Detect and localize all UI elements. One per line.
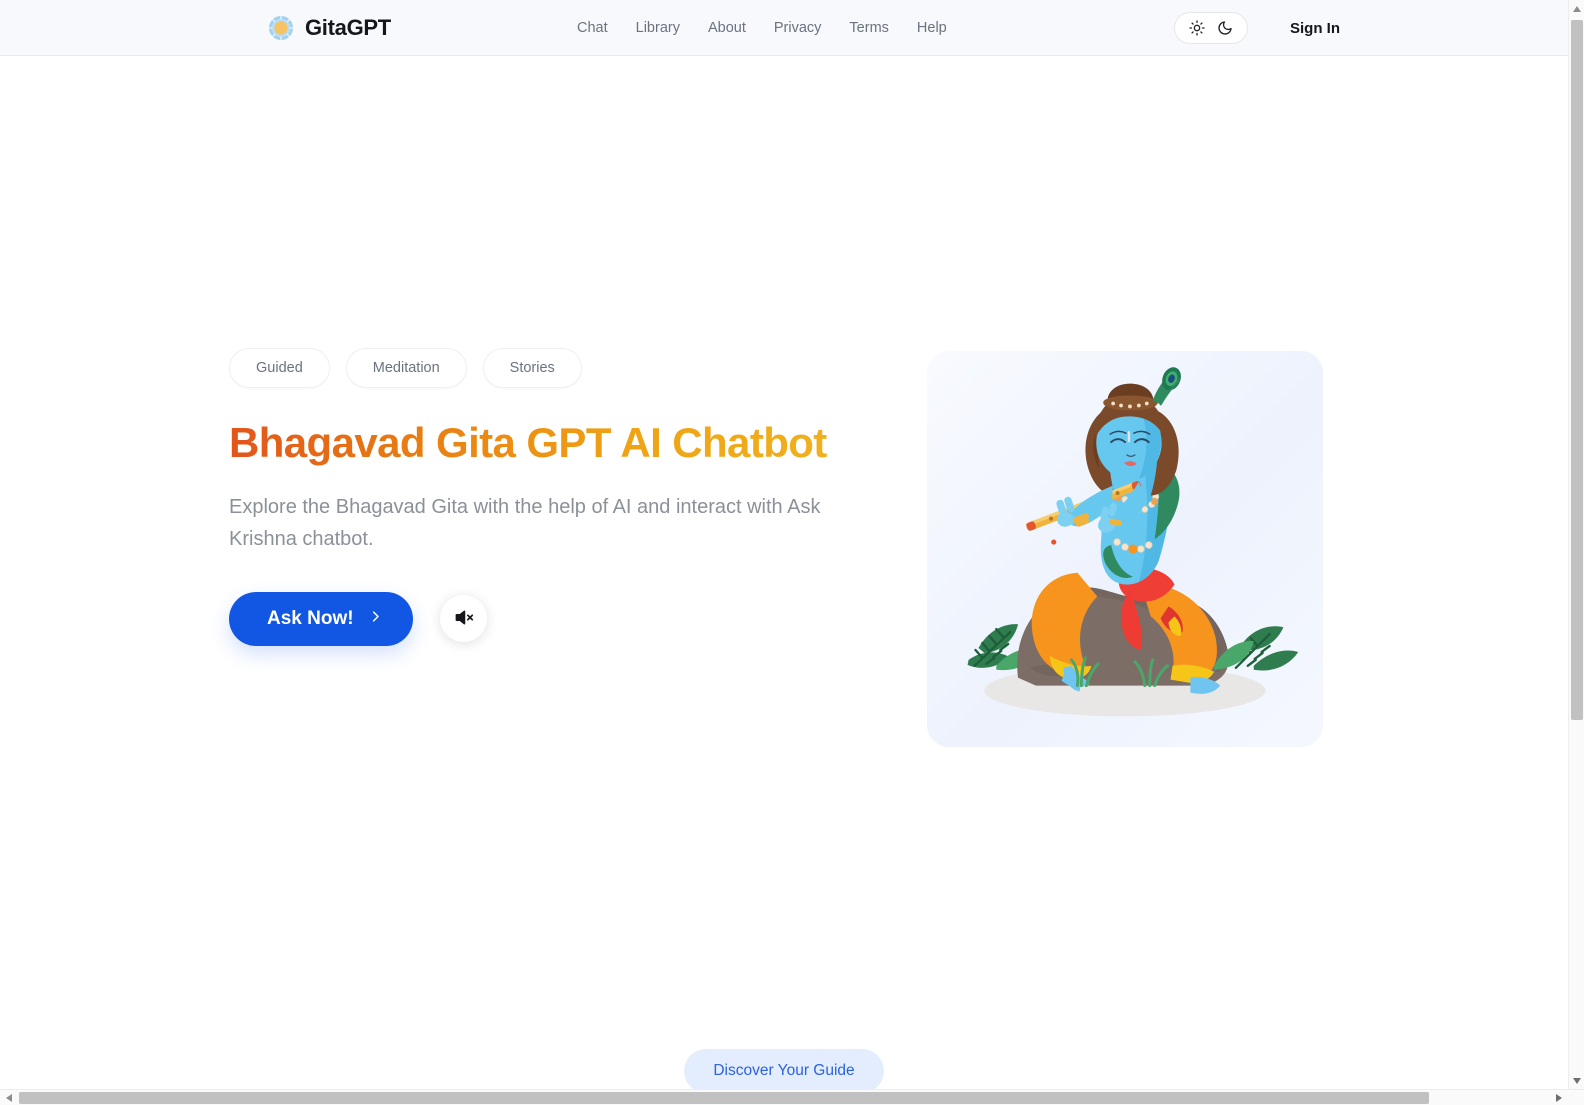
tag-meditation[interactable]: Meditation	[345, 348, 467, 388]
browser-viewport: GitaGPT Chat Library About Privacy Terms…	[0, 0, 1584, 1105]
site-header: GitaGPT Chat Library About Privacy Terms…	[0, 0, 1568, 56]
discover-your-guide-button[interactable]: Discover Your Guide	[684, 1049, 884, 1089]
hero-cta-row: Ask Now!	[229, 591, 889, 646]
speaker-mute-icon	[453, 607, 474, 631]
chevron-right-icon	[368, 608, 383, 630]
caret-left-icon[interactable]	[0, 1090, 17, 1105]
discover-cta-wrap: Discover Your Guide	[0, 1049, 1568, 1089]
nav-link-about[interactable]: About	[694, 12, 760, 44]
speaker-mute-button[interactable]	[439, 595, 487, 643]
caret-up-icon[interactable]	[1569, 0, 1584, 17]
krishna-playing-flute-illustration	[927, 351, 1323, 747]
hero-subtitle: Explore the Bhagavad Gita with the help …	[229, 496, 821, 551]
scrollbar-corner	[1568, 1090, 1584, 1105]
vertical-scrollbar-thumb[interactable]	[1571, 20, 1583, 720]
hero-section: Guided Meditation Stories Bhagavad Gita …	[0, 56, 1568, 1089]
brand-logo-link[interactable]: GitaGPT	[268, 0, 391, 56]
header-actions: Sign In	[1174, 0, 1340, 56]
page-title: Bhagavad Gita GPT AI Chatbot	[229, 419, 889, 466]
moon-icon[interactable]	[1215, 18, 1235, 38]
ask-now-label: Ask Now!	[267, 607, 354, 629]
page-content: GitaGPT Chat Library About Privacy Terms…	[0, 0, 1568, 1089]
main-nav: Chat Library About Privacy Terms Help	[563, 0, 961, 56]
nav-link-library[interactable]: Library	[622, 12, 694, 44]
sun-icon[interactable]	[1187, 18, 1207, 38]
vertical-scrollbar[interactable]	[1568, 0, 1584, 1089]
sign-in-button[interactable]: Sign In	[1290, 20, 1340, 37]
hero-text-column: Guided Meditation Stories Bhagavad Gita …	[229, 348, 889, 646]
tag-guided[interactable]: Guided	[229, 348, 330, 388]
nav-link-terms[interactable]: Terms	[835, 12, 902, 44]
caret-right-icon[interactable]	[1550, 1090, 1567, 1105]
horizontal-scrollbar[interactable]	[0, 1089, 1584, 1105]
tag-stories[interactable]: Stories	[482, 348, 582, 388]
sun-circle-logo-icon	[268, 15, 294, 41]
hero-tag-row: Guided Meditation Stories	[229, 348, 889, 388]
caret-down-icon[interactable]	[1569, 1072, 1584, 1089]
theme-toggle[interactable]	[1174, 12, 1248, 44]
nav-link-help[interactable]: Help	[903, 12, 961, 44]
nav-link-privacy[interactable]: Privacy	[760, 12, 836, 44]
ask-now-button[interactable]: Ask Now!	[229, 591, 413, 646]
horizontal-scrollbar-thumb[interactable]	[19, 1092, 1429, 1104]
nav-link-chat[interactable]: Chat	[563, 12, 622, 44]
brand-name: GitaGPT	[305, 15, 391, 40]
